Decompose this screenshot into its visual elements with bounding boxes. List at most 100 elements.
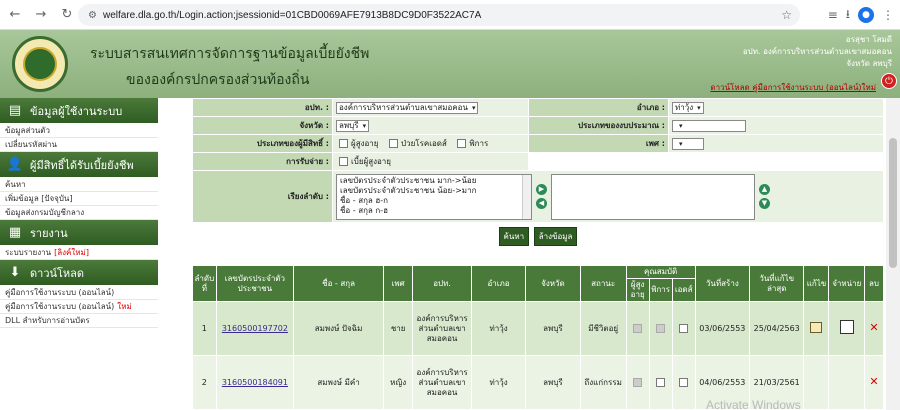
col-created: วันที่สร้าง — [694, 265, 751, 302]
dla-seal-logo — [12, 36, 68, 92]
sort-options-list[interactable]: เลขบัตรประจำตัวประชาชน มาก->น้อย เลขบัตร… — [336, 173, 532, 220]
address-bar[interactable]: ⚙ welfare.dla.go.th/Login.action;jsessio… — [78, 4, 800, 26]
table-row: 1 3160500197702 สมพงษ์ ปัจฉิม ชาย องค์กา… — [192, 301, 884, 356]
citizen-id-link[interactable]: 3160500197702 — [222, 324, 288, 333]
sidebar-section-beneficiary: 👤 ผู้มีสิทธิ์ได้รับเบี้ยยังชีพ — [0, 152, 158, 178]
sidebar-item-send-comptroller[interactable]: ข้อมูลส่งกรมบัญชีกลาง — [0, 206, 158, 220]
back-icon[interactable]: ← — [4, 4, 26, 26]
download-arrow-icon: ⬇ — [9, 265, 21, 280]
col-modified: วันที่แก้ไขล่าสุด — [749, 265, 805, 302]
site-info-icon[interactable]: ⚙ — [88, 10, 97, 21]
receive-elderly-checkbox[interactable] — [339, 157, 348, 166]
windows-watermark: Activate Windows — [706, 398, 801, 410]
col-edit: แก้ไข — [803, 265, 830, 302]
reload-icon[interactable]: ↻ — [56, 4, 78, 26]
download-icon[interactable]: ⭳ — [846, 5, 850, 26]
document-icon: ▤ — [8, 103, 22, 118]
col-disabled: พิการ — [648, 278, 673, 302]
download-manual-link[interactable]: ดาวน์โหลด คู่มือการใช้งานระบบ (ออนไลน์)ใ… — [710, 81, 876, 94]
col-elderly: ผู้สูงอายุ — [625, 278, 650, 302]
sidebar-section-user: ▤ ข้อมูลผู้ใช้งานระบบ — [0, 98, 158, 124]
scrollbar-thumb[interactable] — [889, 138, 897, 268]
budget-type-label: ประเภทของงบประมาณ : — [528, 116, 669, 135]
elderly-flag-checkbox — [633, 377, 643, 387]
sidebar-item-add-data[interactable]: เพิ่มข้อมูล [ปัจจุบัน] — [0, 192, 158, 206]
page-scrollbar[interactable] — [886, 98, 900, 410]
url-text: welfare.dla.go.th/Login.action;jsessioni… — [102, 9, 482, 21]
disabled-flag-checkbox — [656, 377, 666, 387]
profile-avatar-icon[interactable]: ● — [858, 7, 874, 23]
sidebar-section-download: ⬇ ดาวน์โหลด — [0, 260, 158, 286]
forward-icon[interactable]: → — [30, 4, 52, 26]
move-right-arrow-icon[interactable]: ▶ — [536, 184, 547, 195]
sort-option[interactable]: ชื่อ - สกุล ฮ-ก — [340, 196, 528, 206]
add-user-icon: 👤 — [6, 157, 24, 172]
browser-toolbar: ← → ↻ ⚙ welfare.dla.go.th/Login.action;j… — [0, 0, 900, 30]
sort-label: เรียงลำดับ : — [192, 170, 333, 223]
move-up-arrow-icon[interactable]: ▲ — [759, 184, 770, 195]
disabled-flag-checkbox — [656, 323, 666, 333]
col-org: อปท. — [412, 265, 472, 302]
district-select[interactable]: ท่าวุ้ง — [672, 101, 704, 114]
system-subtitle: ขององค์กรปกครองส่วนท้องถิ่น — [126, 72, 310, 88]
sort-option[interactable]: เลขบัตรประจำตัวประชาชน มาก->น้อย — [340, 176, 528, 186]
disabled-checkbox[interactable] — [457, 139, 467, 148]
user-org: อปท. องค์การบริหารส่วนตำบลเขาสมอคอน — [742, 47, 892, 56]
province-select[interactable]: ลพบุรี — [336, 119, 370, 132]
aids-checkbox[interactable] — [389, 139, 399, 148]
sidebar-item-change-password[interactable]: เปลี่ยนรหัสผ่าน — [0, 138, 158, 152]
delete-icon[interactable]: ✕ — [869, 321, 878, 334]
col-aids: เอดส์ — [671, 278, 696, 302]
results-table: ลำดับที่ เลขบัตรประจำตัวประชาชน ชื่อ - ส… — [192, 265, 884, 410]
citizen-id-link[interactable]: 3160500184091 — [222, 378, 288, 387]
col-id: เลขบัตรประจำตัวประชาชน — [215, 265, 295, 302]
org-select[interactable]: องค์การบริหารส่วนตำบลเขาสมอคอน — [336, 101, 479, 114]
budget-type-select[interactable] — [672, 119, 746, 132]
search-filter-form: อปท. : องค์การบริหารส่วนตำบลเขาสมอคอน อำ… — [192, 98, 884, 223]
sidebar-item-profile[interactable]: ข้อมูลส่วนตัว — [0, 124, 158, 138]
user-info: อรสุชา โสมดี อปท. องค์การบริหารส่วนตำบลเ… — [743, 34, 892, 70]
delete-icon[interactable]: ✕ — [869, 375, 878, 388]
move-down-arrow-icon[interactable]: ▼ — [759, 198, 770, 209]
col-seq: ลำดับที่ — [192, 265, 217, 302]
distribute-icon[interactable] — [839, 320, 854, 334]
beneficiary-type-label: ประเภทของผู้มีสิทธิ์ : — [192, 134, 333, 153]
elderly-checkbox[interactable] — [339, 139, 348, 148]
edit-icon[interactable] — [810, 321, 823, 333]
main-content: อปท. : องค์การบริหารส่วนตำบลเขาสมอคอน อำ… — [192, 98, 884, 410]
sidebar-item-dll-card-reader[interactable]: DLL สำหรับการอ่านบัตร — [0, 314, 158, 328]
tab-search-icon[interactable]: ≡ — [828, 8, 838, 22]
action-buttons: ค้นหา ล้างข้อมูล — [192, 223, 884, 250]
elderly-flag-checkbox — [633, 323, 643, 333]
aids-flag-checkbox — [679, 377, 689, 387]
sidebar-item-manual-online-new[interactable]: คู่มือการใช้งานระบบ (ออนไลน์) ใหม่ — [0, 300, 158, 314]
col-delete: ลบ — [864, 265, 884, 302]
move-left-arrow-icon[interactable]: ◀ — [536, 198, 547, 209]
bookmark-star-icon[interactable]: ☆ — [781, 8, 792, 22]
sidebar: ▤ ข้อมูลผู้ใช้งานระบบ ข้อมูลส่วนตัว เปลี… — [0, 98, 158, 410]
search-button[interactable]: ค้นหา — [498, 227, 530, 246]
col-distribute: จำหน่าย — [828, 265, 866, 302]
sidebar-item-report-system[interactable]: ระบบรายงาน [ลิงค์ใหม่] — [0, 246, 158, 260]
col-status: สถานะ — [579, 265, 627, 302]
user-name: อรสุชา โสมดี — [845, 35, 892, 44]
col-province: จังหวัด — [525, 265, 581, 302]
sidebar-item-manual-online[interactable]: คู่มือการใช้งานระบบ (ออนไลน์) — [0, 286, 158, 300]
report-icon: ▦ — [8, 225, 22, 240]
logout-power-icon[interactable]: ⏻ — [881, 73, 897, 89]
province-label: จังหวัด : — [192, 116, 333, 135]
selected-sort-list[interactable] — [551, 173, 755, 220]
sort-option[interactable]: เลขบัตรประจำตัวประชาชน น้อย->มาก — [340, 186, 528, 196]
clear-button[interactable]: ล้างข้อมูล — [533, 227, 578, 246]
col-district: อำเภอ — [470, 265, 527, 302]
sort-option[interactable]: ชื่อ - สกุล ก-ฮ — [340, 206, 528, 216]
sidebar-section-report: ▦ รายงาน — [0, 220, 158, 246]
sidebar-item-search[interactable]: ค้นหา — [0, 178, 158, 192]
org-label: อปท. : — [192, 98, 333, 117]
sort-list-scrollbar[interactable] — [522, 174, 531, 219]
menu-icon[interactable]: ⋮ — [882, 8, 894, 22]
col-name: ชื่อ - สกุล — [293, 265, 385, 302]
site-header: ระบบสารสนเทศการจัดการฐานข้อมูลเบี้ยยังชี… — [0, 30, 900, 98]
gender-select[interactable] — [672, 137, 704, 150]
aids-flag-checkbox — [679, 323, 689, 333]
